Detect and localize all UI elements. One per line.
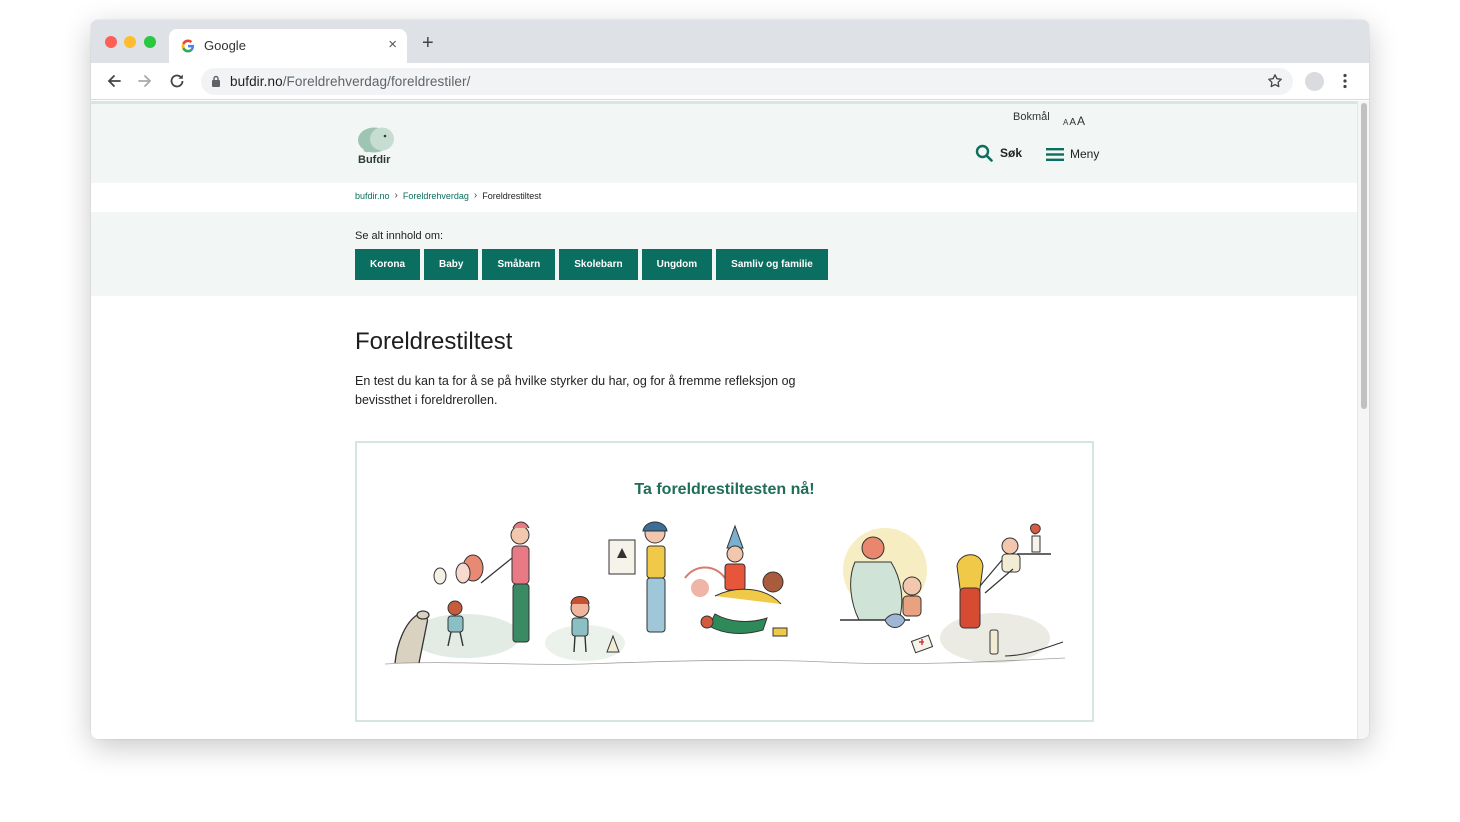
font-size-medium[interactable]: A: [1069, 117, 1076, 128]
topic-button-ungdom[interactable]: Ungdom: [641, 249, 713, 280]
breadcrumb: bufdir.no › Foreldrehverdag › Foreldrest…: [355, 190, 541, 201]
font-size-small[interactable]: A: [1063, 118, 1068, 127]
search-icon: [975, 144, 993, 162]
topic-button-samliv-og-familie[interactable]: Samliv og familie: [716, 249, 828, 280]
topics-label: Se alt innhold om:: [355, 230, 444, 242]
language-selector[interactable]: Bokmål: [1013, 111, 1050, 123]
browser-window: Google × + bufdir.no/Foreldrehverdag/for…: [91, 20, 1369, 739]
page-viewport: Bufdir Bokmål AAA Søk Meny bufdir.no › F…: [91, 101, 1369, 739]
menu-label: Meny: [1070, 147, 1100, 161]
back-arrow-icon[interactable]: [105, 72, 123, 90]
topic-section: Se alt innhold om: Korona Baby Småbarn S…: [91, 212, 1357, 296]
breadcrumb-link-home[interactable]: bufdir.no: [355, 191, 390, 201]
page-scrollbar[interactable]: [1357, 101, 1369, 739]
font-size-large[interactable]: A: [1077, 114, 1085, 128]
font-size-selector[interactable]: AAA: [1063, 112, 1086, 130]
address-bar[interactable]: bufdir.no/Foreldrehverdag/foreldrestiler…: [201, 68, 1293, 95]
google-icon: [181, 39, 194, 53]
breadcrumb-current: Foreldrestiltest: [482, 190, 542, 201]
site-header: Bufdir Bokmål AAA Søk Meny: [91, 101, 1357, 183]
forward-arrow-icon[interactable]: [136, 72, 154, 90]
topic-button-skolebarn[interactable]: Skolebarn: [559, 249, 638, 280]
search-button[interactable]: Søk: [975, 142, 1022, 164]
test-cta-card[interactable]: Ta foreldrestiltesten nå!: [355, 441, 1094, 722]
maximize-window-button[interactable]: [144, 36, 156, 48]
breadcrumb-separator: ›: [473, 190, 478, 201]
family-illustration: [385, 521, 1065, 665]
reload-icon[interactable]: [168, 72, 186, 90]
profile-avatar[interactable]: [1305, 72, 1324, 91]
topic-button-baby[interactable]: Baby: [424, 249, 479, 280]
hamburger-menu-icon: [1046, 147, 1064, 161]
logo-text: Bufdir: [358, 154, 391, 166]
close-window-button[interactable]: [105, 36, 117, 48]
intro-text: En test du kan ta for å se på hvilke sty…: [355, 374, 796, 407]
url-domain: bufdir.no: [230, 74, 283, 89]
browser-toolbar: bufdir.no/Foreldrehverdag/foreldrestiler…: [91, 63, 1369, 100]
topic-button-group: Korona Baby Småbarn Skolebarn Ungdom Sam…: [355, 249, 832, 280]
tab-strip: Google × +: [91, 20, 1369, 63]
page-title: Foreldrestiltest: [355, 328, 513, 355]
minimize-window-button[interactable]: [124, 36, 136, 48]
tab-title: Google: [204, 38, 246, 53]
menu-button[interactable]: Meny: [1046, 143, 1099, 165]
scrollbar-thumb[interactable]: [1361, 103, 1367, 409]
bookmark-star-icon[interactable]: [1267, 73, 1283, 89]
lock-icon: [212, 75, 220, 87]
cta-title[interactable]: Ta foreldrestiltesten nå!: [357, 481, 1092, 499]
url-text: bufdir.no/Foreldrehverdag/foreldrestiler…: [230, 74, 471, 89]
url-path: /Foreldrehverdag/foreldrestiler/: [282, 74, 471, 89]
breadcrumb-separator: ›: [394, 190, 398, 201]
breadcrumb-link-foreldrehverdag[interactable]: Foreldrehverdag: [403, 191, 469, 201]
more-options-icon[interactable]: [1343, 73, 1347, 89]
tab-close-button[interactable]: ×: [388, 36, 397, 53]
search-label: Søk: [1000, 146, 1023, 160]
topic-button-korona[interactable]: Korona: [355, 249, 420, 280]
topic-button-smabarn[interactable]: Småbarn: [482, 249, 556, 280]
browser-tab[interactable]: Google ×: [169, 29, 407, 63]
new-tab-button[interactable]: +: [422, 32, 434, 55]
